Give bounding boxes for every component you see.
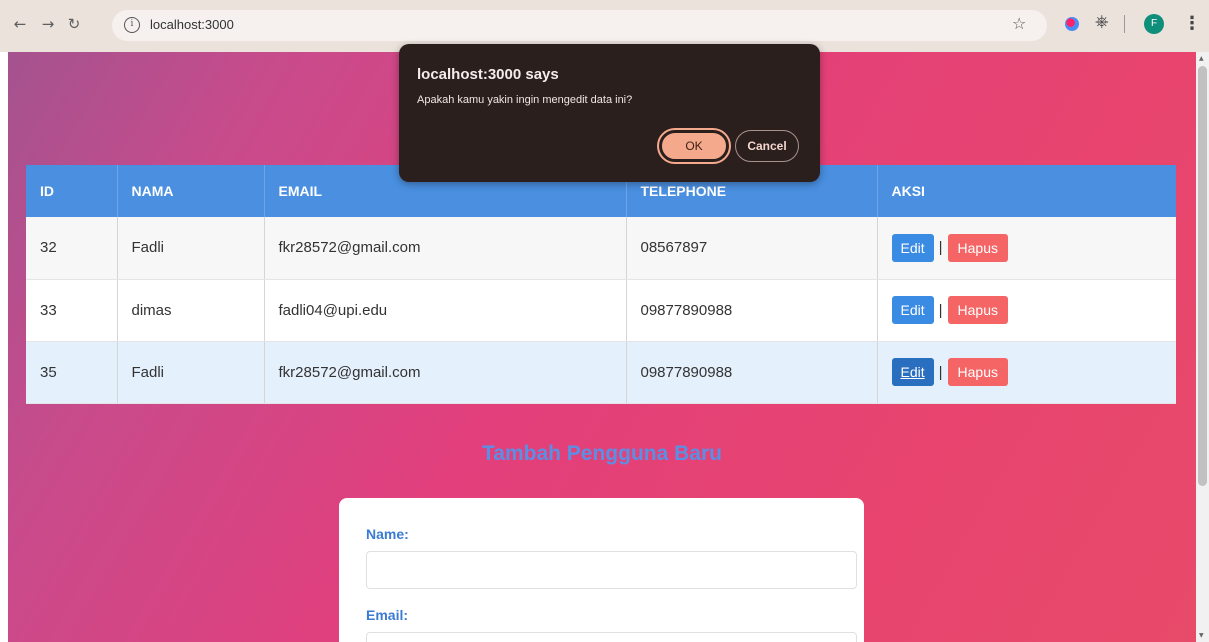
email-input[interactable] [366,632,857,642]
table-row: 35 Fadli fkr28572@gmail.com 09877890988 … [26,341,1176,404]
cell-nama: Fadli [117,217,265,280]
table-row: 33 dimas fadli04@upi.edu 09877890988 Edi… [26,279,1176,342]
ok-button[interactable]: OK [657,128,731,164]
extensions-puzzle-icon[interactable]: ⎈ [1095,12,1109,32]
cell-id: 35 [26,341,118,404]
hapus-button[interactable]: Hapus [947,358,1008,386]
page-scrollbar[interactable]: ▲ ▼ [1196,52,1209,642]
profile-avatar[interactable]: F [1144,14,1164,34]
action-separator: | [938,301,943,319]
name-input[interactable] [366,551,857,589]
action-separator: | [938,363,943,381]
cell-telephone: 09877890988 [626,279,878,342]
cell-telephone: 08567897 [626,217,878,280]
scrollbar-thumb[interactable] [1198,66,1207,486]
cell-email: fadli04@upi.edu [264,279,627,342]
scroll-down-icon[interactable]: ▼ [1199,632,1204,639]
cell-nama: dimas [117,279,265,342]
confirm-dialog: localhost:3000 says Apakah kamu yakin in… [399,44,820,182]
column-header-nama: NAMA [117,165,265,217]
edit-button[interactable]: Edit [891,358,934,386]
add-user-form: Name: Email: [339,498,864,642]
hapus-button[interactable]: Hapus [947,296,1008,324]
cell-aksi: Edit | Hapus [877,341,1176,404]
site-info-icon[interactable]: i [124,17,140,33]
menu-kebab-icon[interactable]: ⋮ [1183,13,1201,34]
form-section-title: Tambah Pengguna Baru [482,442,722,465]
back-icon[interactable]: ← [10,14,30,34]
cell-email: fkr28572@gmail.com [264,341,627,404]
url-text[interactable]: localhost:3000 [150,17,234,32]
name-label: Name: [366,526,409,542]
reload-icon[interactable]: ↻ [64,14,84,34]
edit-button[interactable]: Edit [891,296,934,324]
cell-telephone: 09877890988 [626,341,878,404]
bookmark-star-icon[interactable]: ☆ [1012,14,1026,33]
cell-nama: Fadli [117,341,265,404]
cell-id: 33 [26,279,118,342]
edit-button[interactable]: Edit [891,233,934,262]
cell-email: fkr28572@gmail.com [264,217,627,280]
email-label: Email: [366,607,409,623]
column-header-aksi: AKSI [877,165,1176,217]
column-header-id: ID [26,165,118,217]
dialog-title: localhost:3000 says [417,66,559,83]
extension-icon[interactable] [1065,17,1079,31]
cell-aksi: Edit | Hapus [877,217,1176,280]
hapus-button[interactable]: Hapus [947,233,1008,262]
scroll-up-icon[interactable]: ▲ [1199,55,1204,62]
table-row: 32 Fadli fkr28572@gmail.com 08567897 Edi… [26,217,1176,280]
action-separator: | [938,239,943,257]
cell-aksi: Edit | Hapus [877,279,1176,342]
address-bar[interactable]: i localhost:3000 [112,10,1047,41]
dialog-message: Apakah kamu yakin ingin mengedit data in… [417,94,633,106]
cancel-button[interactable]: Cancel [735,130,799,162]
cell-id: 32 [26,217,118,280]
forward-icon[interactable]: → [38,14,58,34]
users-table: ID NAMA EMAIL TELEPHONE AKSI 32 Fadli fk… [26,165,1176,404]
toolbar-divider [1124,15,1125,33]
